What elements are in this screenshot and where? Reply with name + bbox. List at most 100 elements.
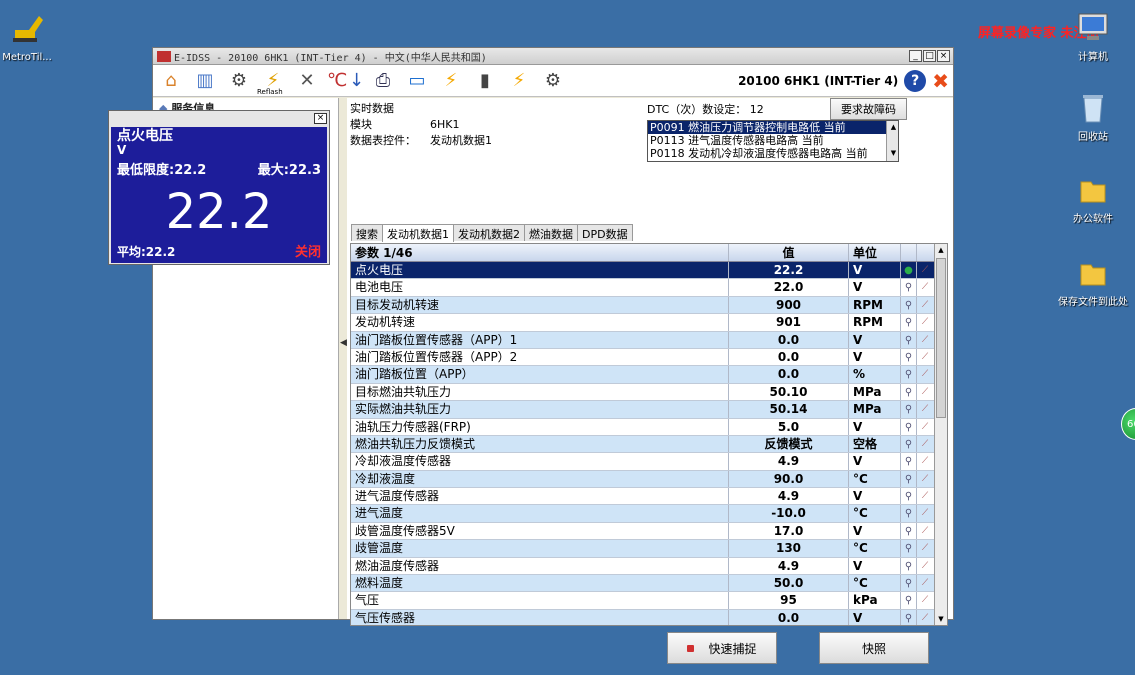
graph-icon[interactable]: ⟋ [917,279,933,295]
magnifier-icon[interactable]: ⚲ [901,575,917,592]
table-row[interactable]: 燃油温度传感器 4.9 V ⚲ ⟋ [351,557,947,576]
graph-icon[interactable]: ⟋ [917,436,933,452]
dtc-scrollbar[interactable]: ▲ ▼ [886,121,898,161]
module-icon[interactable]: ▮ [471,68,499,94]
magnifier-icon[interactable]: ⚲ [901,296,917,314]
tab-fuel-data[interactable]: 燃油数据 [524,224,578,241]
magnifier-icon[interactable]: ⚲ [901,453,917,470]
tab-search[interactable]: 搜索 [351,224,383,241]
graph-icon[interactable]: ⟋ [917,262,933,278]
graph-icon[interactable]: ⟋ [917,610,933,625]
table-row[interactable]: 目标燃油共轨压力 50.10 MPa ⚲ ⟋ [351,383,947,402]
graph-icon[interactable]: ⟋ [917,419,933,435]
table-row[interactable]: 燃油共轨压力反馈模式 反馈模式 空格 ⚲ ⟋ [351,435,947,454]
popup-close-button[interactable]: × [314,113,327,124]
home-icon[interactable]: ⌂ [157,68,185,94]
magnifier-icon[interactable]: ⚲ [901,435,917,453]
desktop-icon-recycle-bin[interactable]: 回收站 [1058,90,1128,144]
magnifier-icon[interactable]: ⚲ [901,592,917,609]
close-window-button[interactable]: × [937,50,950,62]
maximize-button[interactable]: □ [923,50,936,62]
magnifier-icon[interactable]: ⚲ [901,522,917,540]
tab-engine-data-2[interactable]: 发动机数据2 [453,224,525,241]
table-row[interactable]: 油门踏板位置传感器（APP）2 0.0 V ⚲ ⟋ [351,348,947,367]
graph-icon[interactable]: ⟋ [917,505,933,521]
scroll-up-icon[interactable]: ▲ [935,244,947,256]
lightning-icon[interactable]: ⚡ [437,68,465,94]
dtc-list[interactable]: P0091 燃油压力调节器控制电路低 当前 P0113 进气温度传感器电路高 当… [647,120,899,162]
graph-icon[interactable]: ⟋ [917,453,933,469]
graph-icon[interactable]: ⟋ [917,314,933,330]
table-row[interactable]: 冷却液温度 90.0 °C ⚲ ⟋ [351,470,947,489]
magnifier-icon[interactable]: ⚲ [901,418,917,435]
magnifier-icon[interactable]: ⚲ [901,314,917,331]
table-row[interactable]: 气压传感器 0.0 V ⚲ ⟋ [351,609,947,625]
table-row[interactable]: 进气温度 -10.0 °C ⚲ ⟋ [351,505,947,523]
minimize-button[interactable]: _ [909,50,922,62]
magnifier-icon[interactable]: ⚲ [901,401,917,418]
table-row[interactable]: 歧管温度传感器5V 17.0 V ⚲ ⟋ [351,522,947,541]
dtc-item[interactable]: P0113 进气温度传感器电路高 当前 [648,134,898,147]
help-button[interactable]: ? [904,69,927,92]
desktop-icon-save-folder[interactable]: 保存文件到此处 [1058,255,1128,309]
printer-icon[interactable]: ⎙ [369,68,397,94]
reflash-icon[interactable]: ⚡ Reflash [257,68,287,96]
magnifier-icon[interactable]: ⚲ [901,505,917,522]
magnifier-icon[interactable]: ⚲ [901,366,917,383]
engine-icon[interactable]: ⚙ [539,68,567,94]
magnifier-icon[interactable]: ⚲ [901,279,917,296]
tools-icon[interactable]: ✕ [293,68,321,94]
graph-icon[interactable]: ⟋ [917,349,933,365]
desktop-icon-computer[interactable]: 计算机 [1058,10,1128,64]
magnifier-icon[interactable]: ⚲ [901,331,917,348]
temperature-icon[interactable]: ℃ [327,68,347,94]
magnifier-icon[interactable]: ● [901,262,917,279]
table-row[interactable]: 气压 95 kPa ⚲ ⟋ [351,592,947,610]
floating-badge[interactable]: 66 [1121,408,1135,440]
magnifier-icon[interactable]: ⚲ [901,609,917,625]
lightning-icon[interactable]: ⚡ [505,68,533,94]
magnifier-icon[interactable]: ⚲ [901,557,917,575]
tab-engine-data-1[interactable]: 发动机数据1 [382,224,454,242]
graph-icon[interactable]: ⟋ [917,401,933,417]
sidebar-collapse-handle[interactable]: ◀ [340,338,347,378]
snapshot-button[interactable]: 快照 [819,632,929,664]
scroll-down-icon[interactable]: ▼ [935,613,947,625]
exit-button[interactable]: ✖ [932,71,949,91]
pin-icon[interactable]: ↓ [349,68,364,94]
tab-dpd-data[interactable]: DPD数据 [577,224,633,241]
graph-icon[interactable]: ⟋ [917,523,933,539]
book-icon[interactable]: ▥ [191,68,219,94]
scroll-thumb[interactable] [936,258,946,418]
magnifier-icon[interactable]: ⚲ [901,348,917,366]
magnifier-icon[interactable]: ⚲ [901,383,917,401]
graph-icon[interactable]: ⟋ [917,471,933,487]
desktop-icon-metrotil[interactable]: MetroTil... [0,10,62,64]
table-row[interactable]: 电池电压 22.0 V ⚲ ⟋ [351,279,947,297]
graph-icon[interactable]: ⟋ [917,592,933,608]
table-row[interactable]: 进气温度传感器 4.9 V ⚲ ⟋ [351,488,947,506]
graph-icon[interactable]: ⟋ [917,575,933,591]
graph-icon[interactable]: ⟋ [917,558,933,574]
table-row[interactable]: 歧管温度 130 °C ⚲ ⟋ [351,540,947,558]
table-row[interactable]: 燃料温度 50.0 °C ⚲ ⟋ [351,575,947,593]
table-row[interactable]: 油门踏板位置传感器（APP）1 0.0 V ⚲ ⟋ [351,331,947,349]
magnifier-icon[interactable]: ⚲ [901,488,917,505]
engine-icon[interactable]: ⚙ [225,68,253,94]
table-row[interactable]: 冷却液温度传感器 4.9 V ⚲ ⟋ [351,453,947,471]
request-dtc-button[interactable]: 要求故障码 [830,98,907,120]
desktop-icon-office-folder[interactable]: 办公软件 [1058,172,1128,226]
graph-icon[interactable]: ⟋ [917,488,933,504]
graph-icon[interactable]: ⟋ [917,366,933,382]
graph-icon[interactable]: ⟋ [917,332,933,348]
magnifier-icon[interactable]: ⚲ [901,540,917,557]
table-row[interactable]: 油轨压力传感器(FRP) 5.0 V ⚲ ⟋ [351,418,947,436]
magnifier-icon[interactable]: ⚲ [901,470,917,488]
table-row[interactable]: 目标发动机转速 900 RPM ⚲ ⟋ [351,296,947,315]
monitor-icon[interactable]: ▭ [403,68,431,94]
table-row[interactable]: 点火电压 22.2 V ● ⟋ [351,262,947,280]
table-row[interactable]: 发动机转速 901 RPM ⚲ ⟋ [351,314,947,332]
table-row[interactable]: 实际燃油共轨压力 50.14 MPa ⚲ ⟋ [351,401,947,419]
dtc-item[interactable]: P0091 燃油压力调节器控制电路低 当前 [648,121,898,134]
grid-scrollbar[interactable]: ▲ ▼ [934,244,947,625]
